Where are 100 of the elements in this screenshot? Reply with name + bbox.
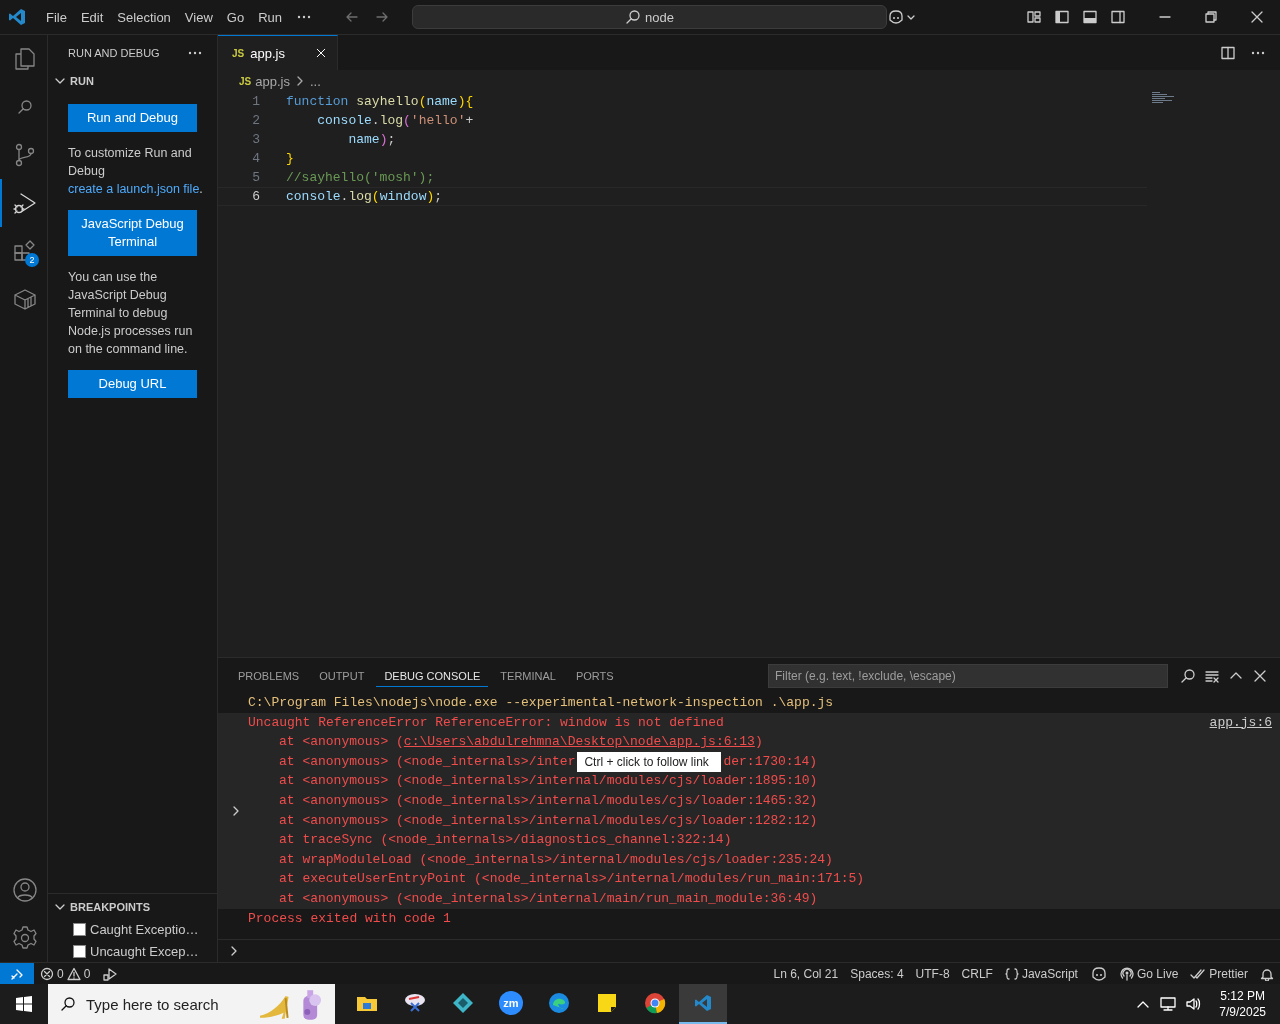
sidebar-toggle-icon[interactable]: [1054, 9, 1070, 25]
command-center-text: node: [645, 9, 674, 25]
vscode-logo-icon: [694, 994, 712, 1012]
stack-line: at wrapModuleLoad (<node_internals>/internal/modules/cjs/loader:235:24): [279, 850, 833, 869]
status-item[interactable]: CRLF: [955, 966, 999, 981]
action-button[interactable]: Debug URL: [68, 370, 197, 398]
count-badge: 2: [25, 253, 39, 267]
status-item[interactable]: UTF-8: [909, 966, 956, 981]
line-number: 3: [251, 131, 260, 149]
file-type-label: JS: [239, 75, 252, 87]
braces-icon: [1004, 966, 1019, 981]
menu-item[interactable]: View: [178, 5, 219, 29]
search-icon: [60, 996, 76, 1012]
action-button[interactable]: JavaScript Debug Terminal: [68, 210, 197, 256]
tooltip: Ctrl + click to follow link: [577, 751, 722, 772]
status-item[interactable]: Go Live: [1113, 966, 1185, 981]
line-number: 4: [251, 150, 260, 168]
menu-item[interactable]: Edit: [74, 5, 110, 29]
settings-icon[interactable]: [11, 925, 38, 951]
editor-tab[interactable]: JS app.js: [218, 35, 338, 70]
vscode-logo-icon: [8, 8, 26, 26]
panel-tab[interactable]: TERMINAL: [492, 664, 564, 687]
search-input[interactable]: Type here to search: [84, 994, 258, 1014]
menu-item[interactable]: File: [40, 5, 73, 29]
search-icon: [625, 9, 642, 25]
stack-line: at traceSync (<node_internals>/diagnostics_channel:322:14): [279, 831, 732, 850]
warning-icon: [66, 966, 81, 981]
status-item[interactable]: Prettier: [1184, 965, 1254, 982]
code-line: console.log(window);: [286, 188, 443, 205]
panel-tab[interactable]: DEBUG CONSOLE: [376, 664, 489, 687]
stack-line: at <anonymous> (<node_internals>/internal/main/run_main_module:36:49): [279, 889, 818, 908]
search-icon[interactable]: [1180, 667, 1196, 684]
chrome-icon: [643, 991, 667, 1015]
stack-line: at <anonymous> (<node_internals>/internal/modules/cjs/loader:1282:12): [279, 811, 818, 830]
network-icon[interactable]: [1159, 995, 1178, 1013]
menu-item[interactable]: Selection: [111, 5, 177, 29]
sticky-note-icon: [595, 991, 619, 1015]
stack-text: at <anonymous> (: [279, 733, 404, 752]
code-line: function sayhello(name){: [286, 93, 474, 111]
filter-field[interactable]: Filter (e.g. text, !exclude, \escape): [768, 663, 1168, 688]
file-link[interactable]: c:\Users\abdulrehmna\Desktop\node\app.js:6:13: [403, 732, 755, 752]
broadcast-icon: [1119, 966, 1134, 981]
error-icon: [40, 966, 54, 981]
status-item[interactable]: JavaScript: [998, 966, 1084, 981]
line-number: 2: [251, 112, 260, 130]
line-number: 5: [251, 169, 260, 187]
clock[interactable]: 5:12 PM 7/9/2025: [1219, 988, 1266, 1020]
panel-toggle-icon[interactable]: [1082, 9, 1098, 25]
console-line: C:\Program Files\nodejs\node.exe --experimental-network-inspection .\app.js: [247, 694, 835, 712]
diamond-icon: [451, 991, 475, 1015]
status-item[interactable]: Ln 6, Col 21: [767, 966, 845, 981]
panel-tab[interactable]: PROBLEMS: [230, 664, 308, 687]
panel-tab[interactable]: OUTPUT: [311, 664, 373, 687]
breakpoint-label[interactable]: Uncaught Excep…: [90, 943, 199, 959]
stack-line: at executeUserEntryPoint (<node_internals>/internal/modules/run_main:171:5): [279, 870, 865, 889]
breakpoint-label[interactable]: Caught Exceptio…: [90, 921, 199, 937]
action-button[interactable]: Run and Debug: [68, 104, 197, 132]
code-line: }: [286, 150, 294, 168]
source-link[interactable]: app.js:6: [1209, 712, 1272, 733]
sidebar-title: RUN AND DEBUG: [68, 46, 160, 59]
menu-item[interactable]: Go: [220, 5, 251, 29]
section-title[interactable]: RUN: [70, 75, 94, 87]
checkbox[interactable]: [73, 922, 86, 936]
error-message: Uncaught ReferenceError ReferenceError: window is not defined: [248, 713, 724, 732]
stack-line: at <anonymous> (<node_internals>/internal/modules/cjs/loader:1895:10): [279, 772, 818, 791]
line-number: 6: [251, 188, 260, 205]
layout-icon[interactable]: [1026, 9, 1042, 25]
edge-icon: [547, 991, 571, 1015]
taskbar-search-field[interactable]: Type here to search: [48, 984, 335, 1024]
close-icon[interactable]: [1249, 9, 1265, 25]
file-type-label: JS: [232, 47, 245, 59]
copilot-icon[interactable]: [1089, 964, 1108, 983]
stack-text: at <anonymous> (<node_internals>/inter: [279, 752, 576, 771]
code-line: //sayhello('mosh');: [286, 169, 435, 187]
activity-item[interactable]: 2: [0, 227, 47, 275]
restore-icon[interactable]: [1203, 9, 1219, 25]
panel-tab[interactable]: PORTS: [567, 664, 622, 687]
stack-text: ): [754, 733, 763, 752]
code-line: console.log('hello'+: [316, 112, 474, 130]
bell-icon[interactable]: [1260, 966, 1274, 981]
command-center[interactable]: node: [412, 5, 887, 29]
breadcrumb-item[interactable]: ...: [309, 73, 321, 89]
tab-label: app.js: [250, 45, 285, 61]
line-number: 1: [251, 93, 260, 111]
description-text: You can use the JavaScript Debug Terminal to debug Node.js processes run on the command line.: [68, 269, 194, 358]
close-icon[interactable]: [315, 47, 327, 59]
checkbox[interactable]: [73, 944, 86, 958]
account-icon[interactable]: [11, 877, 38, 903]
description-text: To customize Run and Debug create a launch.json file.: [68, 145, 204, 198]
search-icon: [16, 99, 33, 115]
split-editor-icon[interactable]: [1220, 44, 1236, 61]
secondary-sidebar-icon[interactable]: [1110, 9, 1126, 25]
stack-text: der:1730:14): [723, 752, 818, 771]
problems-status[interactable]: 0 0: [34, 966, 97, 981]
menu-item[interactable]: Run: [252, 5, 288, 29]
status-item[interactable]: Spaces: 4: [844, 966, 910, 981]
breadcrumb-item[interactable]: app.js: [255, 73, 290, 89]
console-line: Process exited with code 1: [247, 909, 452, 928]
copilot-icon[interactable]: [887, 8, 905, 26]
section-title[interactable]: BREAKPOINTS: [70, 901, 151, 913]
